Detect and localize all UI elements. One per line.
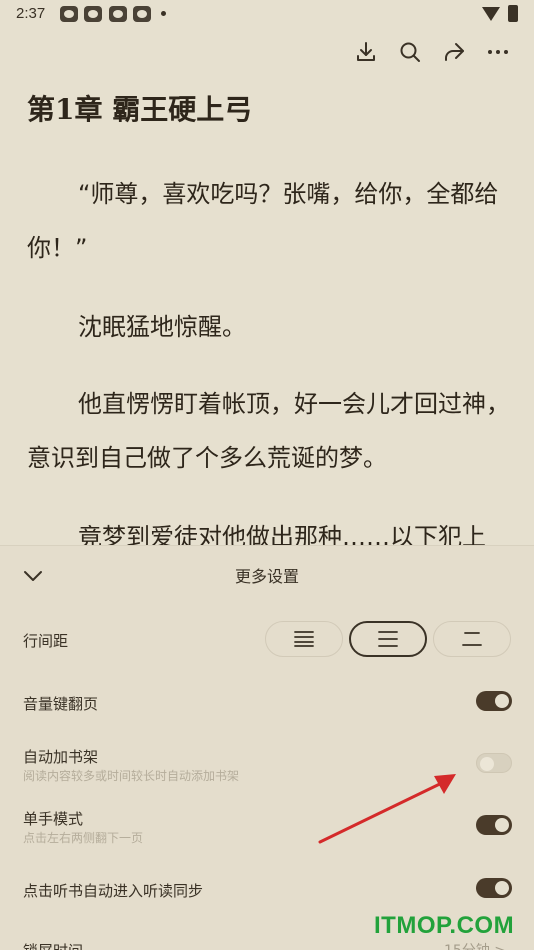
search-icon[interactable] bbox=[394, 36, 426, 68]
status-time: 2:37 bbox=[16, 5, 46, 22]
panel-header: 更多设置 bbox=[0, 546, 534, 602]
wifi-icon bbox=[482, 7, 500, 21]
line-spacing-medium[interactable] bbox=[349, 621, 427, 657]
notification-icon bbox=[60, 6, 78, 22]
notification-icon bbox=[84, 6, 102, 22]
line-spacing-loose[interactable] bbox=[433, 621, 511, 657]
more-settings-panel: 更多设置 行间距 音量键翻页 自动加书架 阅读内容较多或时间较长时自动添加书架 … bbox=[0, 545, 534, 950]
auto-shelf-description: 阅读内容较多或时间较长时自动添加书架 bbox=[23, 769, 240, 783]
paragraph: 竟梦到爱徒对他做出那种……以下犯上 bbox=[78, 523, 486, 545]
volume-key-toggle[interactable] bbox=[476, 691, 512, 711]
paragraph: “师尊，喜欢吃吗？张嘴，给你，全都给你！” bbox=[27, 180, 499, 262]
notification-icon bbox=[109, 6, 127, 22]
annotation-arrow bbox=[318, 774, 456, 844]
one-hand-description: 点击左右两侧翻下一页 bbox=[23, 831, 144, 845]
paragraph: 沈眠猛地惊醒。 bbox=[78, 313, 246, 341]
paragraph: 他直愣愣盯着帐顶，好一会儿才回过神，意识到自己做了个多么荒诞的梦。 bbox=[27, 390, 510, 472]
line-spacing-compact-icon bbox=[294, 631, 314, 647]
lock-screen-label: 锁屏时间 bbox=[23, 940, 83, 950]
listen-sync-toggle[interactable] bbox=[476, 878, 512, 898]
status-bar: 2:37 bbox=[0, 0, 534, 30]
volume-key-label: 音量键翻页 bbox=[23, 695, 99, 713]
reading-area[interactable]: “师尊，喜欢吃吗？张嘴，给你，全都给你！” 沈眠猛地惊醒。 他直愣愣盯着帐顶，好… bbox=[0, 160, 534, 545]
watermark: ITMOP.COM bbox=[374, 912, 515, 939]
line-spacing-medium-icon bbox=[378, 631, 398, 647]
listen-sync-label: 点击听书自动进入听读同步 bbox=[23, 882, 204, 900]
line-spacing-label: 行间距 bbox=[23, 632, 69, 650]
download-icon[interactable] bbox=[350, 36, 382, 68]
auto-shelf-label: 自动加书架 bbox=[23, 748, 99, 766]
more-icon[interactable] bbox=[482, 36, 514, 68]
lock-screen-value[interactable]: 15分钟 > bbox=[444, 940, 506, 950]
battery-icon bbox=[508, 5, 518, 22]
auto-shelf-toggle[interactable] bbox=[476, 753, 512, 773]
chapter-title: 第1章 霸王硬上弓 bbox=[27, 93, 253, 126]
more-notifications-icon bbox=[161, 11, 166, 16]
panel-title: 更多设置 bbox=[234, 567, 299, 586]
line-spacing-compact[interactable] bbox=[265, 621, 343, 657]
notification-icon bbox=[133, 6, 151, 22]
one-hand-toggle[interactable] bbox=[476, 815, 512, 835]
one-hand-label: 单手模式 bbox=[23, 810, 84, 828]
share-icon[interactable] bbox=[438, 36, 470, 68]
line-spacing-loose-icon bbox=[462, 632, 482, 646]
